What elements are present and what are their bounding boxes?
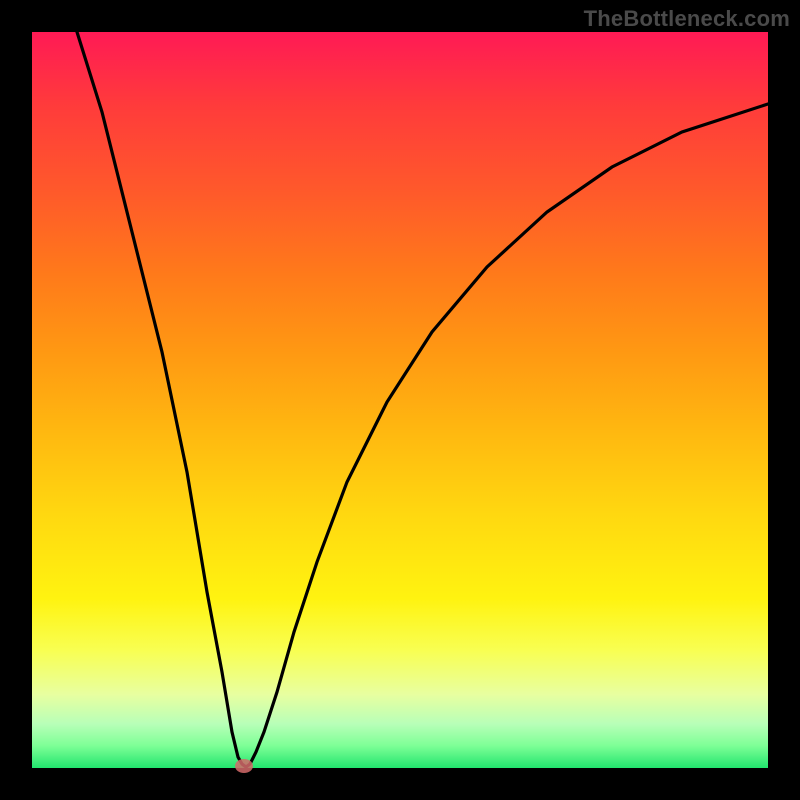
optimum-marker: [235, 759, 253, 773]
chart-outer-frame: TheBottleneck.com: [0, 0, 800, 800]
plot-area: [32, 32, 768, 768]
watermark-text: TheBottleneck.com: [584, 6, 790, 32]
bottleneck-curve: [32, 32, 768, 768]
